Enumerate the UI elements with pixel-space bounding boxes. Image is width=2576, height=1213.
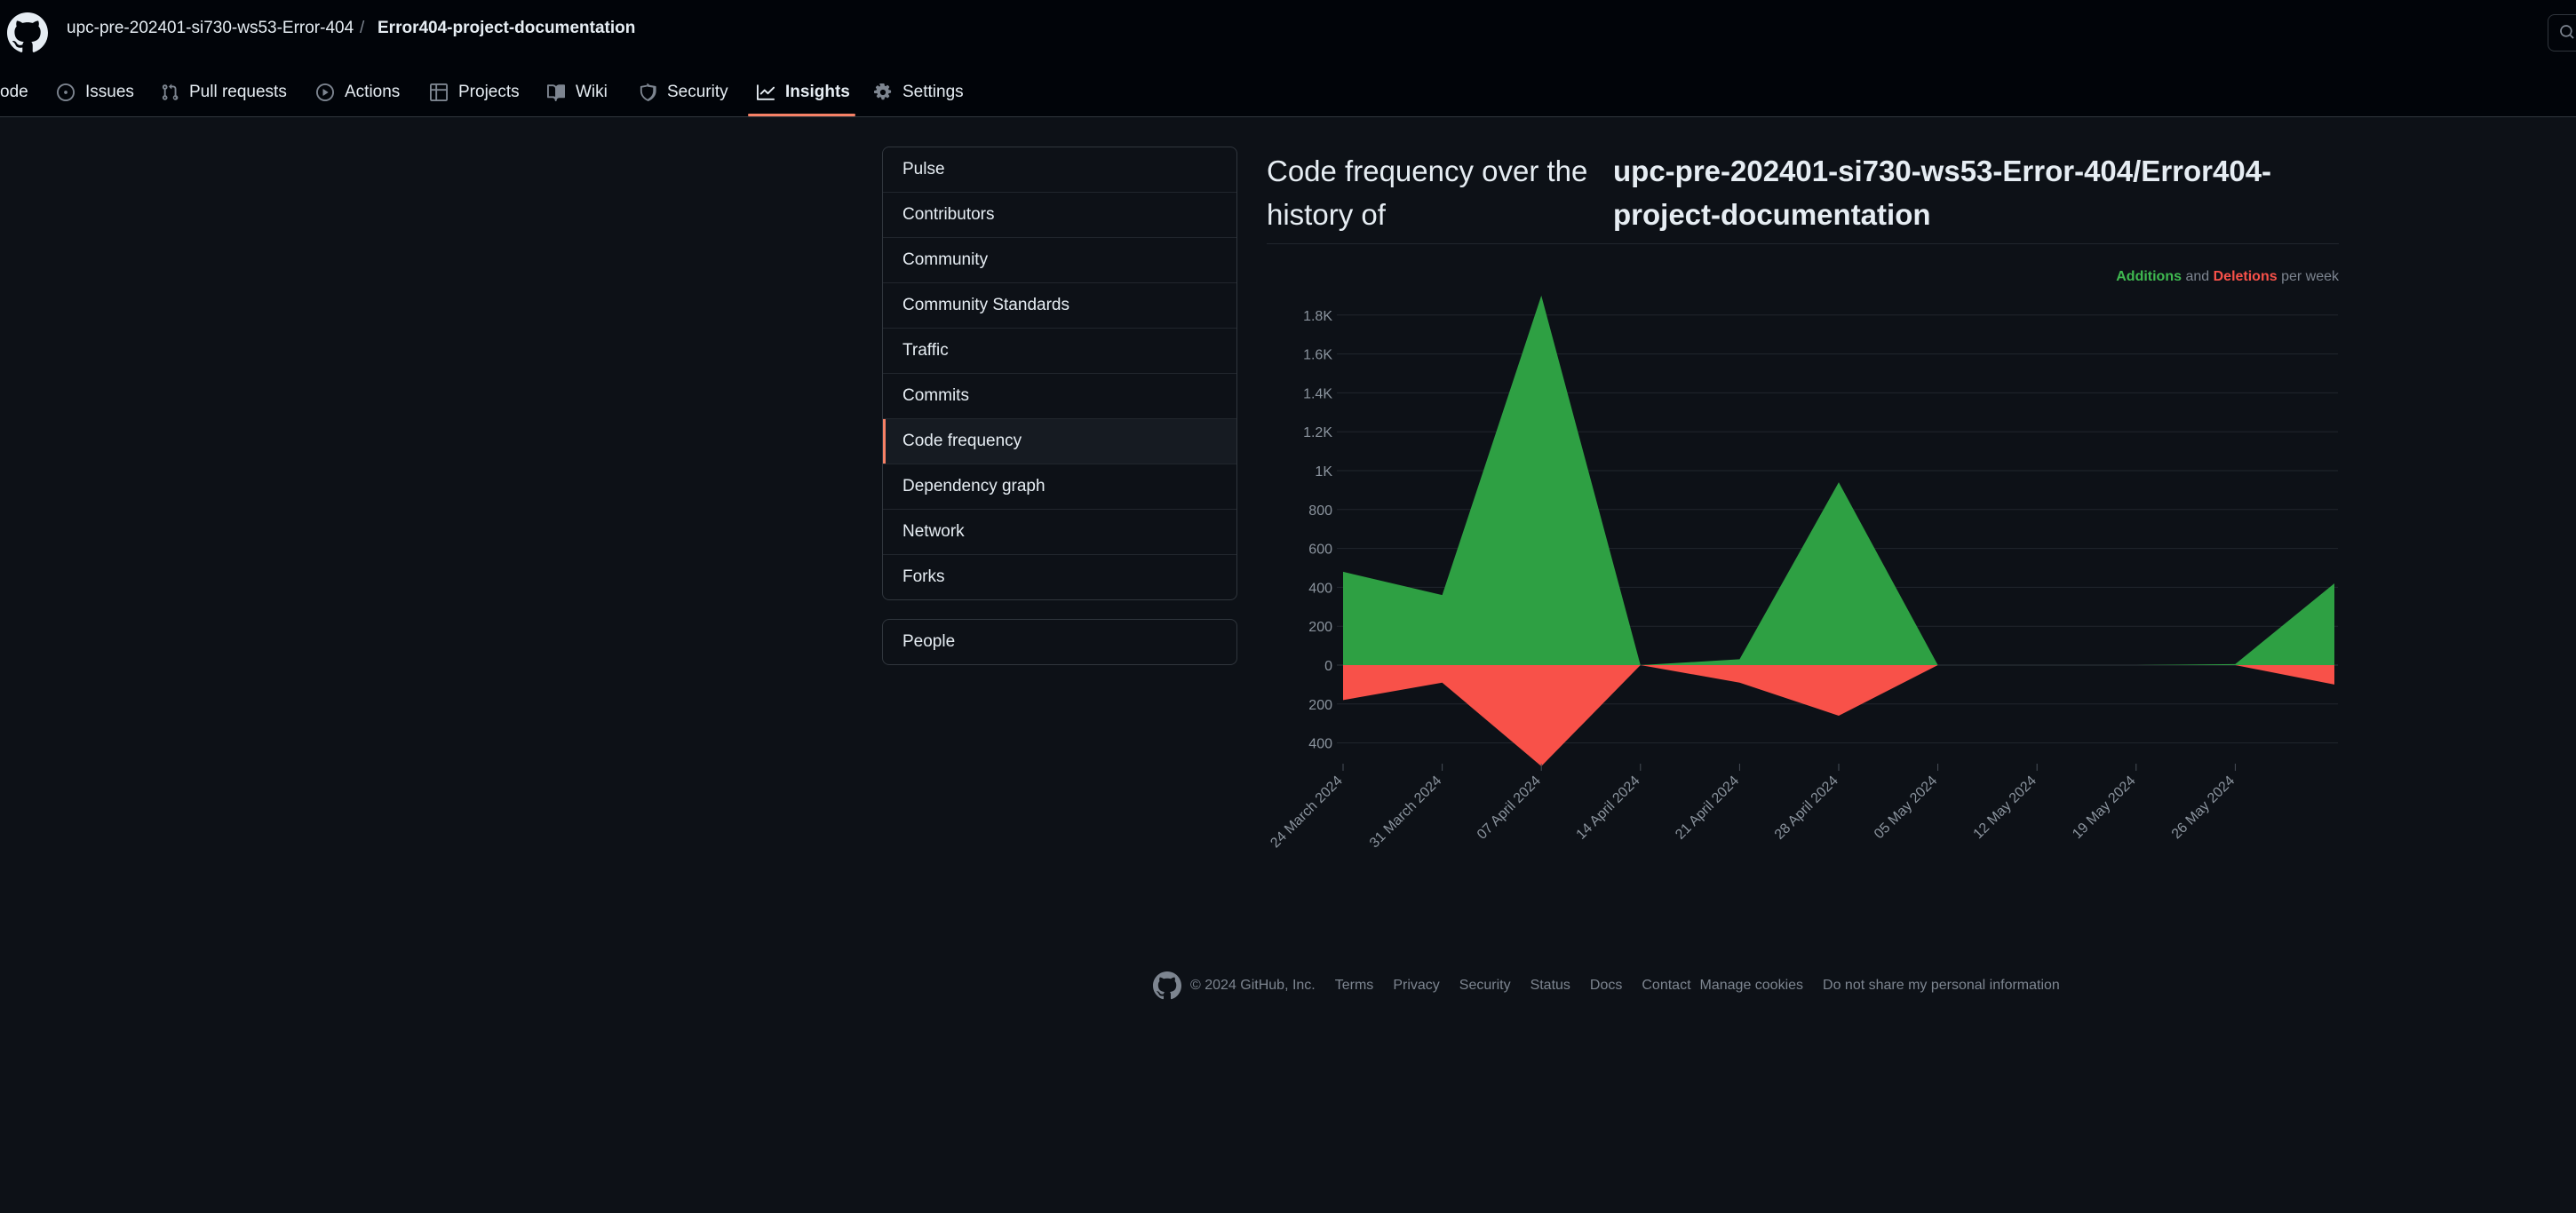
x-tick-label: 21 April 2024 <box>1673 773 1742 843</box>
tab-settings[interactable]: Settings <box>874 69 964 115</box>
y-tick-label: 1.8K <box>1303 309 1332 324</box>
y-tick-label: 400 <box>1308 737 1332 752</box>
tab-label: Pull requests <box>189 83 287 101</box>
footer-link-contact[interactable]: Contact <box>1642 978 1690 994</box>
tab-label: Projects <box>458 83 520 101</box>
footer-link-status[interactable]: Status <box>1530 978 1570 994</box>
code-frequency-chart: 400 200 0 200 400 600 800 1K 1.2K 1.4K 1.6K 1.8K 24 … <box>1268 295 2338 852</box>
tab-label: Actions <box>345 83 401 101</box>
issue-icon <box>57 83 75 101</box>
tab-label: Insights <box>785 83 850 101</box>
legend-suffix: per week <box>2281 269 2339 284</box>
menu-item-dependency-graph[interactable]: Dependency graph <box>883 464 1236 509</box>
menu-item-pulse[interactable]: Pulse <box>883 147 1236 192</box>
y-tick-label: 200 <box>1308 698 1332 713</box>
title-divider <box>1267 243 2339 244</box>
insights-menu: Pulse Contributors Community Community S… <box>882 147 1237 600</box>
book-icon <box>547 84 565 101</box>
tab-label: Security <box>667 83 728 101</box>
play-icon <box>316 83 334 101</box>
menu-item-contributors[interactable]: Contributors <box>883 192 1236 237</box>
tab-label: Issues <box>85 83 134 101</box>
x-tick-label: 26 May 2024 <box>2169 773 2238 843</box>
footer-link-privacy[interactable]: Privacy <box>1393 978 1439 994</box>
menu-item-community-standards[interactable]: Community Standards <box>883 282 1236 328</box>
breadcrumb-separator: / <box>360 19 365 37</box>
chart-legend: Additions and Deletions per week <box>2116 269 2339 285</box>
tab-projects[interactable]: Projects <box>430 69 520 115</box>
tab-label: Wiki <box>576 83 608 101</box>
y-tick-label: 800 <box>1308 503 1332 519</box>
search-icon <box>2560 25 2574 39</box>
menu-item-people[interactable]: People <box>883 620 1236 664</box>
x-tick-label: 07 April 2024 <box>1475 773 1544 843</box>
menu-item-commits[interactable]: Commits <box>883 373 1236 418</box>
menu-item-network[interactable]: Network <box>883 509 1236 554</box>
y-tick-label: 600 <box>1308 543 1332 558</box>
legend-deletions: Deletions <box>2213 269 2278 284</box>
tab-issues[interactable]: Issues <box>57 69 134 115</box>
graph-icon <box>757 84 775 100</box>
x-tick-label: 19 May 2024 <box>2070 773 2139 843</box>
y-tick-label: 1K <box>1315 464 1332 480</box>
x-tick-label: 12 May 2024 <box>1971 773 2040 843</box>
pull-request-icon <box>162 83 179 100</box>
footer-link-terms[interactable]: Terms <box>1335 978 1374 994</box>
people-menu: People <box>882 619 1237 665</box>
legend-additions: Additions <box>2116 269 2182 284</box>
x-tick-label: 14 April 2024 <box>1574 773 1643 843</box>
breadcrumb-repo[interactable]: Error404-project-documentation <box>378 19 635 38</box>
tab-label: ode <box>0 83 28 101</box>
github-logo-icon[interactable] <box>7 12 48 53</box>
table-icon <box>430 83 448 101</box>
x-tick-label: 05 May 2024 <box>1872 773 1941 843</box>
tab-pull-requests[interactable]: Pull requests <box>161 69 287 115</box>
y-tick-label: 1.2K <box>1303 425 1332 440</box>
tab-wiki[interactable]: Wiki <box>547 69 608 115</box>
tab-insights[interactable]: Insights <box>757 69 850 115</box>
y-tick-label: 200 <box>1308 620 1332 635</box>
menu-item-code-frequency[interactable]: Code frequency <box>883 418 1236 464</box>
y-tick-label: 1.6K <box>1303 348 1332 363</box>
footer-link-security[interactable]: Security <box>1459 978 1511 994</box>
page-title: Code frequency over the history of <box>1267 155 1588 231</box>
footer-link-do-not-share[interactable]: Do not share my personal information <box>1823 978 2060 994</box>
tab-actions[interactable]: Actions <box>316 69 400 115</box>
footer-copyright: © 2024 GitHub, Inc. <box>1190 978 1316 993</box>
legend-and: and <box>2185 269 2210 284</box>
app-header: upc-pre-202401-si730-ws53-Error-404 / Er… <box>0 0 2576 117</box>
x-tick-label: 31 March 2024 <box>1367 773 1445 852</box>
y-tick-label: 1.4K <box>1303 386 1332 401</box>
additions-area <box>1343 295 2334 665</box>
deletions-area <box>1343 665 2334 766</box>
footer-link-docs[interactable]: Docs <box>1590 978 1622 994</box>
footer-link-manage-cookies[interactable]: Manage cookies <box>1700 978 1804 994</box>
active-tab-indicator <box>748 114 855 116</box>
footer: © 2024 GitHub, Inc. Terms Privacy Securi… <box>1153 971 2060 1000</box>
y-tick-label: 400 <box>1308 581 1332 596</box>
shield-icon <box>640 83 656 101</box>
y-tick-label: 0 <box>1324 659 1332 674</box>
tab-code[interactable]: ode <box>0 69 28 115</box>
menu-item-community[interactable]: Community <box>883 237 1236 282</box>
tab-label: Settings <box>902 83 964 101</box>
page-title-repo[interactable]: upc-pre-202401-si730-ws53-Error-404/Erro… <box>1613 149 2288 236</box>
tab-security[interactable]: Security <box>639 69 728 115</box>
gear-icon <box>874 83 892 100</box>
menu-item-traffic[interactable]: Traffic <box>883 328 1236 373</box>
x-tick-label: 24 March 2024 <box>1268 773 1346 852</box>
x-tick-label: 28 April 2024 <box>1772 773 1841 843</box>
breadcrumb-owner[interactable]: upc-pre-202401-si730-ws53-Error-404 <box>67 19 354 38</box>
search-button[interactable] <box>2548 14 2576 52</box>
github-logo-icon[interactable] <box>1153 971 1181 1000</box>
menu-item-forks[interactable]: Forks <box>883 554 1236 599</box>
